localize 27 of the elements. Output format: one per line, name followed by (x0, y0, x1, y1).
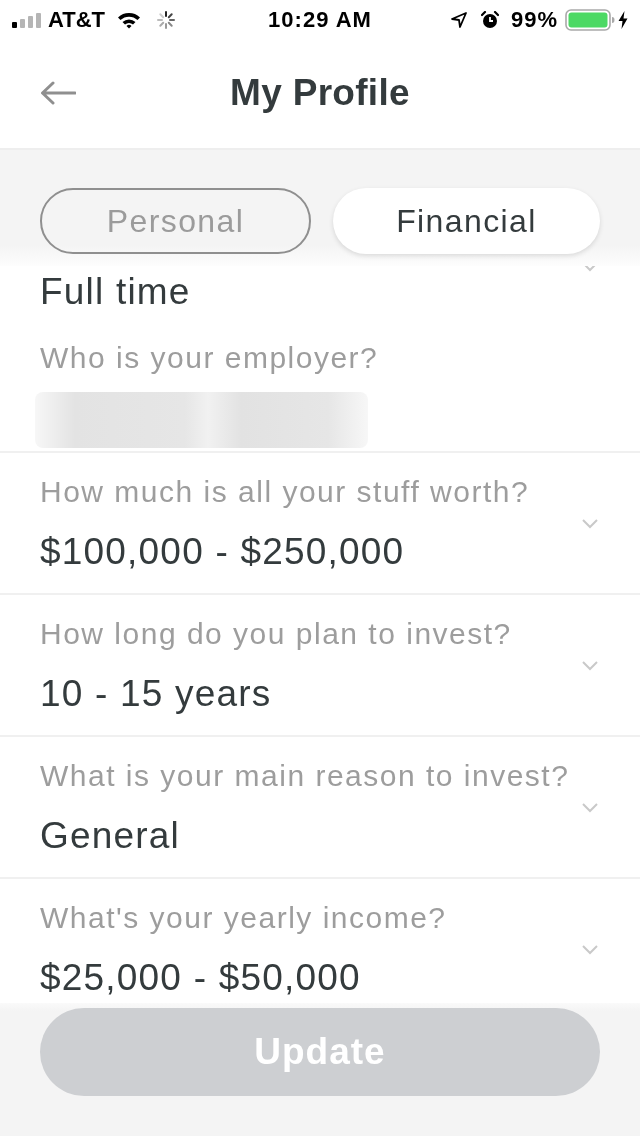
select-value[interactable]: 10 - 15 years (40, 672, 272, 716)
tab[interactable]: Financial (333, 188, 600, 254)
select-value[interactable]: General (40, 814, 181, 858)
field-label: How long do you plan to invest? (40, 616, 512, 652)
wifi-icon (117, 11, 142, 29)
field-label: What is your main reason to invest? (40, 758, 570, 794)
select-value[interactable]: $100,000 - $250,000 (40, 530, 405, 574)
carrier-name: AT&T (48, 7, 106, 33)
activity-spinner-icon (157, 11, 176, 29)
chevron-down-icon[interactable] (582, 945, 598, 955)
alarm-clock-icon (480, 11, 499, 29)
clock-time: 10:29 AM (268, 7, 372, 33)
select-value[interactable]: Full time (40, 270, 191, 314)
battery-icon (565, 9, 615, 31)
charging-bolt-icon (618, 11, 628, 29)
field-label: What's your yearly income? (40, 900, 447, 936)
back-arrow-icon[interactable] (40, 81, 76, 105)
chevron-down-icon[interactable] (582, 661, 598, 671)
location-arrow-icon (450, 12, 467, 28)
page-title: My Profile (230, 72, 410, 114)
signal-icon (12, 12, 41, 28)
field-label: How much is all your stuff worth? (40, 474, 530, 510)
field-label: Who is your employer? (40, 340, 379, 376)
select-value[interactable]: $25,000 - $50,000 (40, 956, 361, 1000)
chevron-down-icon[interactable] (582, 519, 598, 529)
battery-percent: 99% (510, 7, 558, 33)
chevron-down-icon[interactable] (582, 803, 598, 813)
